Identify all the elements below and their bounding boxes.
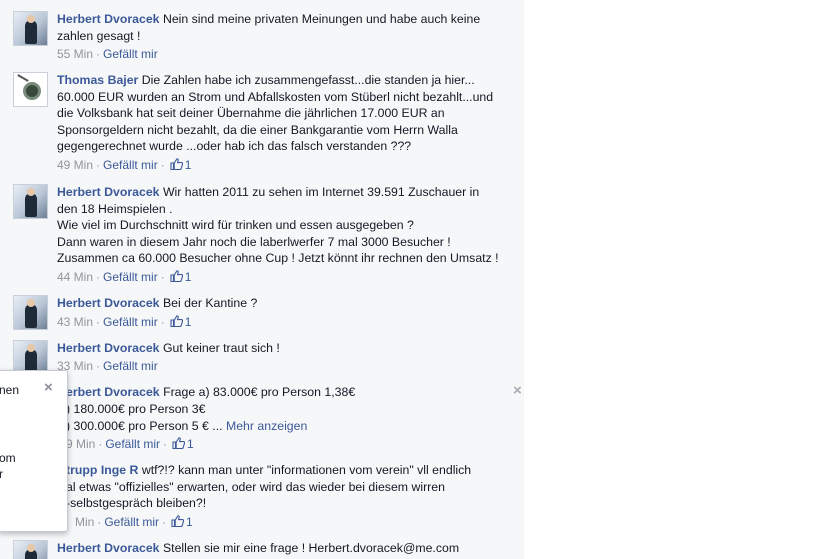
thumbs-up-icon[interactable] bbox=[170, 158, 183, 170]
comment-text-line: zahlen gesagt ! bbox=[57, 28, 141, 43]
comment-item: erbert Dvoracek Frage a) 83.000€ pro Per… bbox=[66, 385, 356, 451]
comment-text-line: Stellen sie mir eine frage ! Herbert.dvo… bbox=[162, 541, 460, 555]
like-count[interactable]: 1 bbox=[185, 315, 192, 329]
comment-author[interactable]: Herbert Dvoracek bbox=[57, 12, 160, 26]
comment-item: Herbert Dvoracek Gut keiner traut sich !… bbox=[0, 338, 524, 382]
comment-text-line: ) 300.000€ pro Person 5 € ... bbox=[66, 418, 223, 433]
comment-text-line: Zusammen ca 60.000 Besucher ohne Cup ! J… bbox=[57, 251, 499, 265]
comment-author[interactable]: Herbert Dvoracek bbox=[57, 296, 160, 310]
avatar[interactable] bbox=[13, 184, 48, 219]
popup-text: r bbox=[0, 467, 3, 481]
comment-item: Thomas Bajer Die Zahlen habe ich zusamme… bbox=[0, 70, 524, 182]
comment-text-line: Dann waren in diesem Jahr noch die laber… bbox=[57, 234, 451, 249]
comment-text-line: al etwas "offizielles" erwarten, oder wi… bbox=[66, 479, 445, 494]
comment-text-line: Wir hatten 2011 zu sehen im Internet 39.… bbox=[162, 185, 480, 199]
popup-text: om bbox=[0, 451, 16, 465]
thumbs-up-icon[interactable] bbox=[170, 270, 183, 282]
comment-item: Herbert Dvoracek Bei der Kantine ? 43 Mi… bbox=[0, 294, 524, 338]
comment-text-line: Frage a) 83.000€ pro Person 1,38€ bbox=[163, 385, 356, 399]
comment-author[interactable]: erbert Dvoracek bbox=[66, 385, 160, 399]
avatar[interactable] bbox=[13, 11, 48, 46]
comment-author[interactable]: trupp Inge R bbox=[66, 463, 138, 477]
like-count[interactable]: 1 bbox=[185, 158, 192, 172]
comment-item: Herbert Dvoracek Wir hatten 2011 zu sehe… bbox=[0, 182, 524, 294]
comment-text-line: den 18 Heimspielen . bbox=[57, 201, 173, 216]
comment-author[interactable]: Herbert Dvoracek bbox=[57, 541, 160, 555]
comment-time[interactable]: 44 Min bbox=[57, 270, 93, 284]
avatar[interactable] bbox=[13, 295, 48, 330]
comment-time[interactable]: 55 Min bbox=[57, 47, 93, 61]
comment-text-line: Sponsorgeldern nicht bezahlt, da die ein… bbox=[57, 122, 458, 137]
comment-time[interactable]: 9 Min bbox=[66, 437, 95, 451]
like-link[interactable]: Gefällt mir bbox=[104, 515, 159, 529]
like-link[interactable]: Gefällt mir bbox=[103, 47, 158, 61]
comment-text-line: Bei der Kantine ? bbox=[162, 296, 258, 310]
comment-feed: Herbert Dvoracek Nein sind meine private… bbox=[0, 0, 524, 559]
comment-item: Herbert Dvoracek Stellen sie mir eine fr… bbox=[0, 538, 524, 559]
comment-time[interactable]: 43 Min bbox=[57, 315, 93, 329]
comment-item: trupp Inge R wtf?!? kann man unter "info… bbox=[0, 460, 524, 538]
popup-panel: nen × om r bbox=[0, 370, 68, 532]
like-link[interactable]: Gefällt mir bbox=[103, 270, 158, 284]
comment-time[interactable]: 49 Min bbox=[57, 158, 93, 172]
like-count[interactable]: 1 bbox=[185, 270, 192, 284]
thumbs-up-icon[interactable] bbox=[171, 515, 185, 527]
comment-time[interactable]: Min bbox=[75, 515, 94, 529]
avatar[interactable] bbox=[13, 72, 48, 107]
comment-text-line: gegengerechnet wurde ...oder hab ich das… bbox=[57, 139, 412, 153]
like-link[interactable]: Gefällt mir bbox=[105, 437, 160, 451]
comment-text-line: Gut keiner traut sich ! bbox=[162, 341, 280, 355]
close-icon[interactable]: × bbox=[44, 379, 53, 396]
thumbs-up-icon[interactable] bbox=[170, 315, 183, 327]
comment-author[interactable]: Thomas Bajer bbox=[57, 73, 138, 87]
comment-text-line: Die Zahlen habe ich zusammengefasst...di… bbox=[141, 73, 475, 87]
comment-text-line: Wie viel im Durchschnitt wird für trinke… bbox=[57, 218, 414, 232]
comment-text-line: -selbstgespräch bleiben?! bbox=[66, 496, 207, 510]
show-more-link[interactable]: Mehr anzeigen bbox=[226, 419, 307, 433]
avatar[interactable] bbox=[13, 540, 48, 559]
comment-author[interactable]: Herbert Dvoracek bbox=[57, 341, 160, 355]
like-link[interactable]: Gefällt mir bbox=[103, 315, 158, 329]
comment-text-line: wtf?!? kann man unter "informationen vom… bbox=[141, 463, 472, 477]
comment-author[interactable]: Herbert Dvoracek bbox=[57, 185, 160, 199]
thumbs-up-icon[interactable] bbox=[172, 437, 186, 449]
comment-text-line: Nein sind meine privaten Meinungen und h… bbox=[162, 12, 481, 26]
comment-text-line: 60.000 EUR wurden an Strom und Abfallsko… bbox=[57, 89, 494, 104]
like-count[interactable]: 1 bbox=[187, 437, 194, 451]
like-link[interactable]: Gefällt mir bbox=[103, 359, 158, 373]
like-link[interactable]: Gefällt mir bbox=[103, 158, 158, 172]
comment-item: Herbert Dvoracek Nein sind meine private… bbox=[0, 0, 524, 70]
comment-text-line: ) 180.000€ pro Person 3€ bbox=[66, 402, 206, 416]
comment-text-line: die Volksbank hat seit deiner Übernahme … bbox=[57, 106, 445, 120]
close-icon[interactable]: × bbox=[513, 383, 522, 398]
like-count[interactable]: 1 bbox=[186, 515, 193, 529]
popup-text: nen bbox=[0, 383, 20, 397]
